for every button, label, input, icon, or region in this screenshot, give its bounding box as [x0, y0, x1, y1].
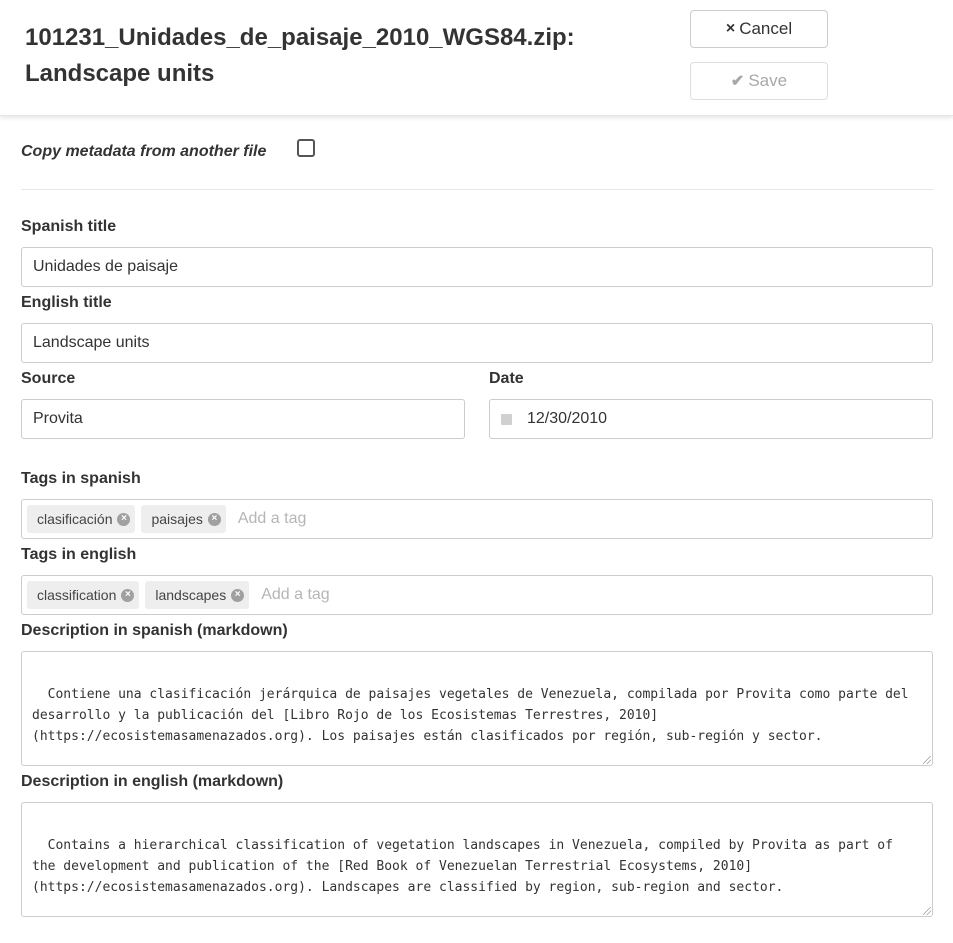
tags-english-label: Tags in english: [21, 546, 137, 563]
page-header: 101231_Unidades_de_paisaje_2010_WGS84.zi…: [0, 0, 953, 116]
remove-tag-icon[interactable]: ×: [231, 588, 245, 602]
spanish-title-label: Spanish title: [21, 218, 117, 235]
spanish-title-input[interactable]: Unidades de paisaje: [21, 247, 933, 287]
save-button-label: Save: [748, 71, 788, 90]
copy-metadata-checkbox[interactable]: [297, 139, 315, 157]
add-tag-input[interactable]: Add a tag: [238, 510, 307, 528]
tag-label: paisajes: [151, 511, 203, 527]
desc-spanish-label: Description in spanish (markdown): [21, 622, 288, 639]
add-tag-input[interactable]: Add a tag: [261, 586, 330, 604]
desc-spanish-textarea[interactable]: Contiene una clasificación jerárquica de…: [21, 651, 933, 766]
english-title-input[interactable]: Landscape units: [21, 323, 933, 363]
tag-label: clasificación: [37, 511, 113, 527]
divider: [21, 189, 933, 190]
tag-chip: clasificación ×: [27, 505, 136, 533]
tags-spanish-label: Tags in spanish: [21, 470, 141, 487]
tag-chip: landscapes ×: [145, 581, 250, 609]
remove-tag-icon[interactable]: ×: [121, 588, 135, 602]
desc-english-label: Description in english (markdown): [21, 773, 284, 790]
date-value: 12/30/2010: [527, 410, 608, 427]
cancel-button[interactable]: × Cancel: [690, 10, 828, 48]
tag-label: classification: [37, 587, 117, 603]
calendar-icon: [501, 411, 513, 427]
english-title-label: English title: [21, 294, 112, 311]
resize-handle[interactable]: [923, 756, 931, 764]
page-title: 101231_Unidades_de_paisaje_2010_WGS84.zi…: [25, 24, 575, 87]
desc-english-text: Contains a hierarchical classification o…: [32, 838, 893, 895]
tags-spanish-input[interactable]: clasificación × paisajes × Add a tag: [21, 499, 933, 539]
copy-metadata-label: Copy metadata from another file: [21, 143, 267, 160]
tag-chip: paisajes ×: [141, 505, 226, 533]
resize-handle[interactable]: [923, 907, 931, 915]
date-label: Date: [489, 370, 524, 387]
remove-tag-icon[interactable]: ×: [207, 512, 221, 526]
close-icon: ×: [725, 20, 736, 37]
cancel-button-label: Cancel: [739, 19, 793, 38]
desc-english-textarea[interactable]: Contains a hierarchical classification o…: [21, 802, 933, 917]
checkmark-icon: ✔: [730, 73, 745, 90]
date-input[interactable]: 12/30/2010: [489, 399, 933, 439]
remove-tag-icon[interactable]: ×: [117, 512, 131, 526]
save-button[interactable]: ✔ Save: [690, 62, 828, 100]
desc-spanish-text: Contiene una clasificación jerárquica de…: [32, 687, 909, 744]
source-label: Source: [21, 370, 76, 387]
copy-metadata-row: Copy metadata from another file: [21, 140, 266, 164]
source-input[interactable]: Provita: [21, 399, 465, 439]
tags-english-input[interactable]: classification × landscapes × Add a tag: [21, 575, 933, 615]
tag-chip: classification ×: [27, 581, 140, 609]
tag-label: landscapes: [155, 587, 227, 603]
